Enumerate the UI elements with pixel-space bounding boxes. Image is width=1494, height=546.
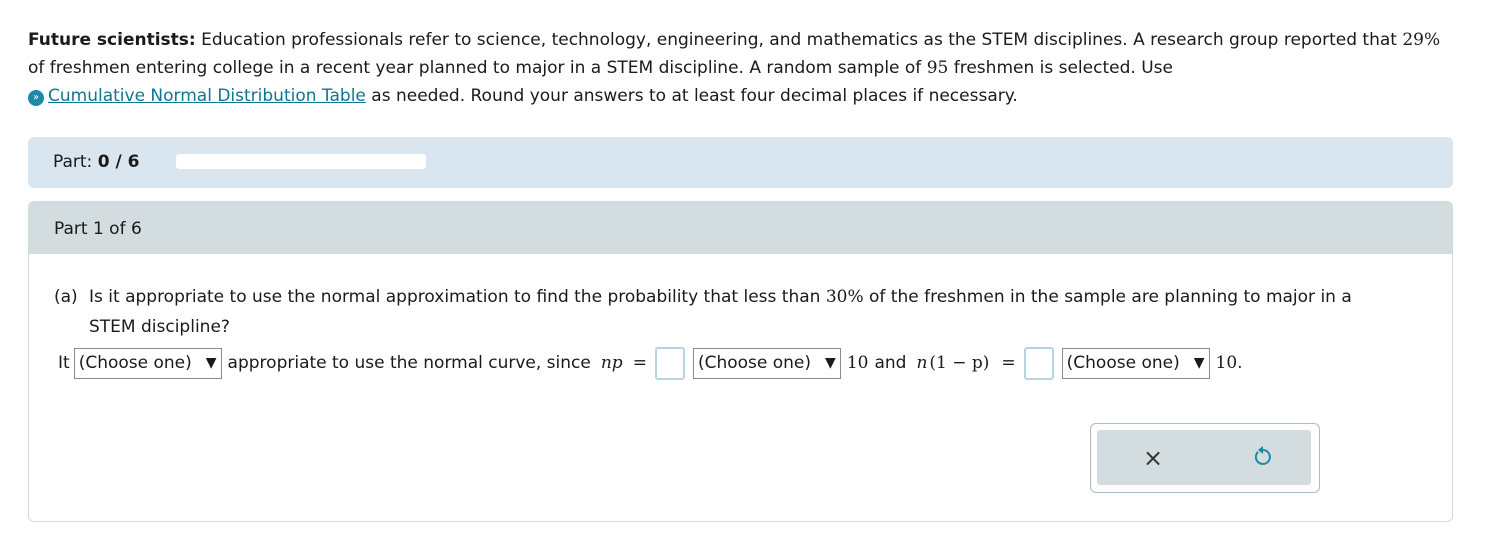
progress-value: 0 / 6 [97, 152, 140, 172]
answer-it: It [58, 353, 70, 373]
action-panel: × [1090, 423, 1320, 493]
expand-icon[interactable]: » [28, 90, 44, 106]
intro-text-3: freshmen is selected. Use [948, 58, 1173, 78]
part-header-label: Part 1 of 6 [54, 219, 142, 239]
threshold-10-end: 10. [1215, 353, 1243, 373]
progress-bar [176, 154, 426, 169]
undo-icon[interactable] [1252, 444, 1274, 468]
clear-icon[interactable]: × [1143, 444, 1163, 472]
problem-intro: Future scientists: Education professiona… [28, 26, 1458, 110]
nq-input[interactable] [1023, 346, 1054, 380]
question-text: (a) Is it appropriate to use the normal a… [54, 282, 1434, 342]
appropriate-select[interactable]: (Choose one) ▼ [73, 347, 222, 379]
and-text: and [874, 353, 907, 373]
normal-table-link[interactable]: Cumulative Normal Distribution Table [48, 86, 366, 106]
equals-sign: = [632, 353, 647, 373]
dropdown-arrow-icon: ▼ [205, 355, 217, 371]
question-percent: 30% [825, 287, 864, 307]
problem-heading: Future scientists: [28, 30, 196, 50]
intro-text-2: of freshmen entering college in a recent… [28, 58, 927, 78]
question-text-1: Is it appropriate to use the normal appr… [89, 287, 826, 307]
dropdown-arrow-icon: ▼ [1193, 355, 1205, 371]
one-minus-p: (1 − p) [929, 353, 990, 373]
threshold-10: 10 [846, 353, 869, 373]
intro-sample-size: 95 [926, 58, 949, 78]
intro-percent: 29% [1402, 30, 1441, 50]
intro-text-1: Education professionals refer to science… [195, 30, 1403, 50]
question-text-3: STEM discipline? [89, 317, 230, 337]
part-header: Part 1 of 6 [29, 202, 1452, 254]
progress-panel: Part: 0 / 6 [28, 137, 1453, 188]
progress-label: Part: 0 / 6 [53, 152, 140, 172]
dropdown-arrow-icon: ▼ [825, 355, 836, 371]
intro-text-4: as needed. Round your answers to at leas… [365, 86, 1018, 106]
question-text-2: of the freshmen in the sample are planni… [863, 287, 1352, 307]
nq-comparison-select[interactable]: (Choose one) ▼ [1061, 347, 1210, 379]
np-comparison-select[interactable]: (Choose one) ▼ [692, 347, 841, 379]
answer-mid-text: appropriate to use the normal curve, sin… [227, 353, 591, 373]
n-variable: n [916, 353, 928, 373]
action-buttons: × [1097, 430, 1311, 485]
question-tag: (a) [54, 287, 78, 307]
equals-sign: = [1001, 353, 1016, 373]
np-input[interactable] [654, 346, 685, 380]
np-variable: np [600, 353, 623, 373]
answer-row: It (Choose one) ▼ appropriate to use the … [58, 345, 1243, 381]
